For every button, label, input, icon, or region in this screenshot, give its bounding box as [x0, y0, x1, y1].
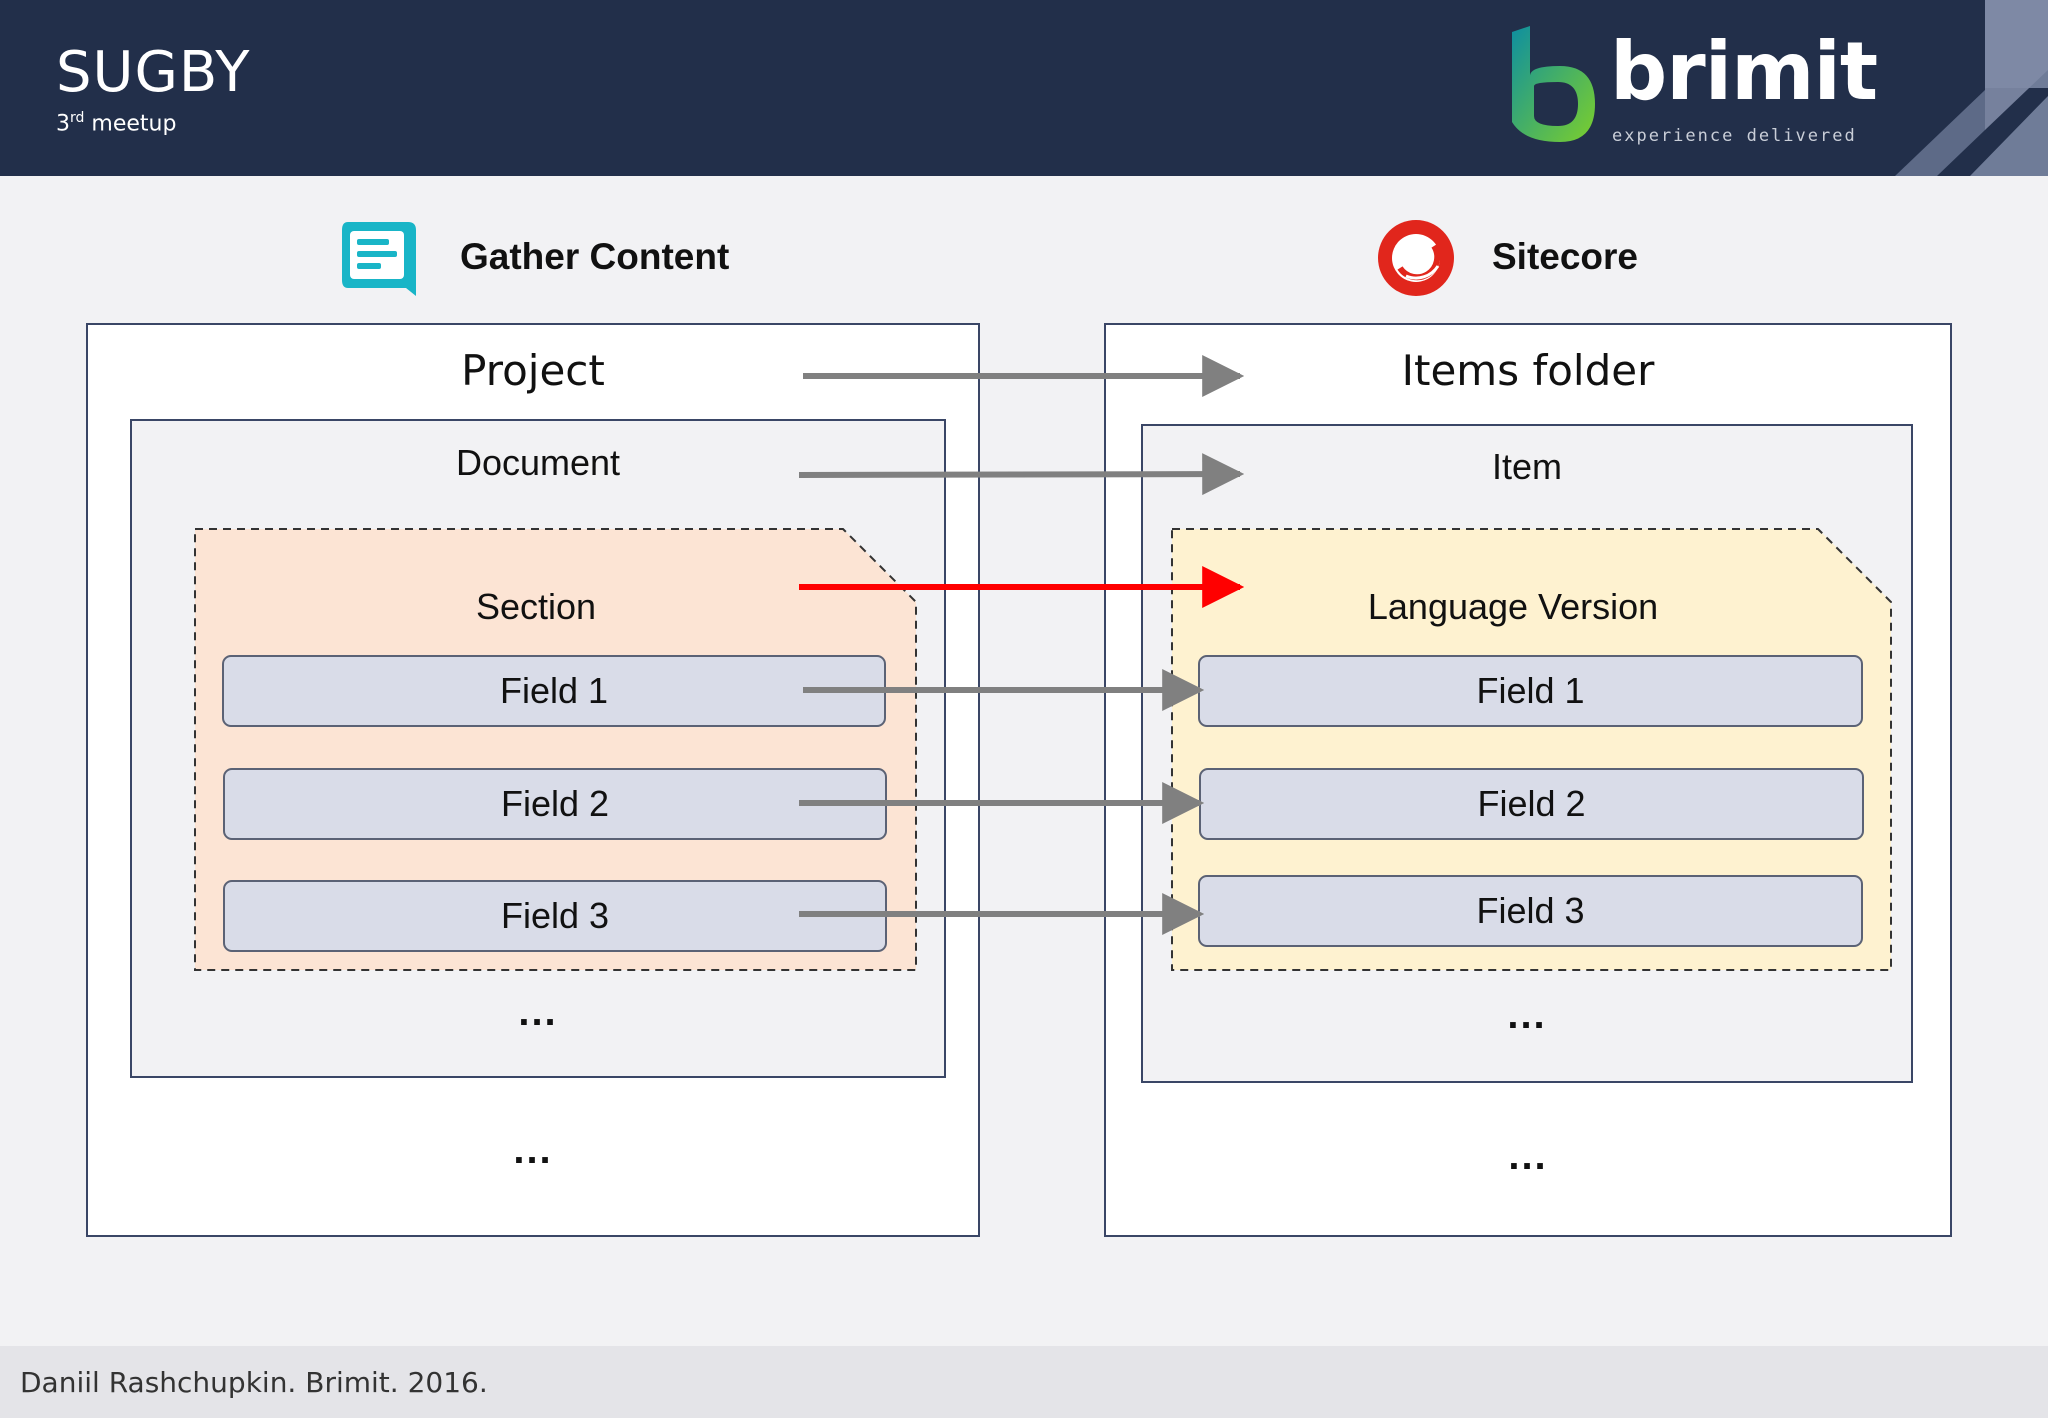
- event-title: SUGBY: [56, 40, 251, 105]
- sitecore-item-box: [1141, 424, 1913, 1083]
- item-more-ellipsis: ...: [1507, 993, 1547, 1037]
- slide-footer: Daniil Rashchupkin. Brimit. 2016.: [0, 1346, 2048, 1418]
- document-label: Document: [455, 442, 621, 483]
- gather-content-field-2: Field 2: [223, 768, 887, 840]
- sitecore-heading: Sitecore: [1492, 236, 1639, 277]
- gather-content-field-3: Field 3: [223, 880, 887, 952]
- sitecore-icon: [1378, 220, 1454, 296]
- event-subtitle: 3rd meetup: [56, 110, 177, 137]
- language-version-label: Language Version: [1367, 586, 1659, 627]
- sitecore-field-3: Field 3: [1198, 875, 1863, 947]
- section-label: Section: [475, 586, 597, 627]
- slide-header: SUGBY 3rd meetup brimit experience deliv…: [0, 0, 2048, 176]
- folder-more-ellipsis: ...: [1508, 1134, 1548, 1178]
- sitecore-field-1: Field 1: [1198, 655, 1863, 727]
- gather-content-field-1: Field 1: [222, 655, 886, 727]
- sitecore-field-2: Field 2: [1199, 768, 1864, 840]
- project-label: Project: [461, 346, 605, 395]
- gather-content-document-box: [130, 419, 946, 1078]
- logo-wordmark: brimit: [1610, 25, 1878, 118]
- gather-content-icon: [342, 222, 416, 296]
- items-folder-label: Items folder: [1401, 346, 1655, 395]
- logo-tagline: experience delivered: [1612, 126, 1857, 146]
- project-more-ellipsis: ...: [513, 1128, 553, 1172]
- document-more-ellipsis: ...: [518, 990, 558, 1034]
- gather-content-heading: Gather Content: [460, 236, 730, 277]
- item-label: Item: [1491, 446, 1562, 487]
- footer-credit: Daniil Rashchupkin. Brimit. 2016.: [20, 1366, 488, 1399]
